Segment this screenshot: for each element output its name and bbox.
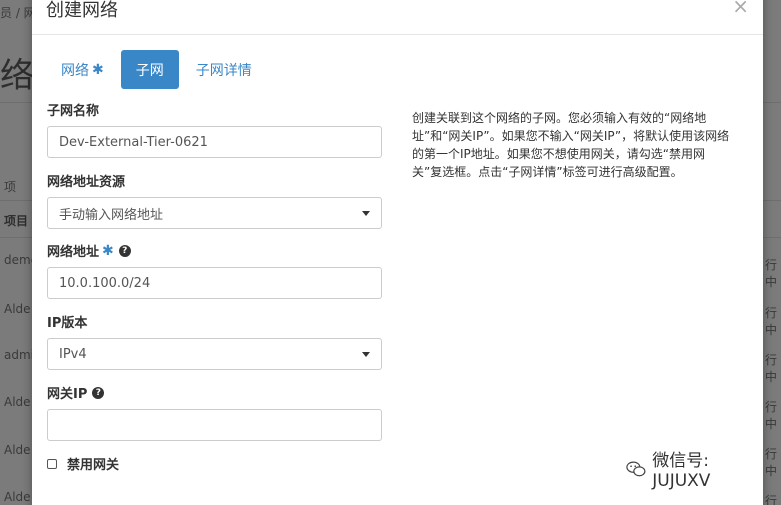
address-source-select[interactable]: 手动输入网络地址 (47, 197, 382, 229)
ip-version-value: IPv4 (59, 346, 87, 362)
caret-down-icon (362, 210, 370, 216)
network-address-label-row: 网络地址 ✱ ? (47, 241, 382, 260)
gateway-ip-label: 网关IP (47, 387, 88, 402)
tab-label: 子网 (135, 62, 164, 79)
gateway-ip-input[interactable] (47, 409, 382, 441)
background-status: 行中 (765, 258, 778, 289)
wechat-watermark: 微信号: JUJUXV (626, 446, 763, 491)
tab-network[interactable]: 网络 ✱ (46, 50, 119, 89)
background-status: 行中 (765, 447, 778, 478)
required-icon: ✱ (92, 61, 104, 78)
background-items-count: 项 (4, 180, 17, 194)
modal-title: 创建网络 (46, 0, 118, 21)
tab-label: 子网详情 (195, 62, 252, 79)
background-row: Alde (4, 302, 31, 316)
background-status: 行中 (765, 400, 778, 431)
background-status: 行中 (765, 494, 778, 505)
background-title: 络 (0, 56, 34, 96)
create-network-modal: 创建网络 × 网络 ✱ 子网 子网详情 子网名称 Dev-External-Ti… (32, 0, 763, 505)
subnet-name-group: 子网名称 Dev-External-Tier-0621 (47, 100, 382, 158)
address-source-value: 手动输入网络地址 (59, 207, 164, 223)
disable-gateway-checkbox[interactable] (47, 458, 57, 469)
modal-header: 创建网络 × (32, 0, 763, 35)
tab-subnet-details[interactable]: 子网详情 (181, 50, 267, 89)
ip-version-label: IP版本 (47, 316, 88, 331)
network-address-group: 网络地址 ✱ ? 10.0.100.0/24 (47, 241, 382, 299)
wechat-icon (626, 460, 646, 476)
tab-label: 网络 (61, 62, 89, 79)
gateway-ip-group: 网关IP ? (47, 383, 382, 441)
network-address-input[interactable]: 10.0.100.0/24 (47, 267, 382, 299)
subnet-name-label: 子网名称 (47, 104, 100, 119)
background-column-header: 项目 (4, 214, 29, 228)
background-breadcrumb: 员 / 网 (0, 6, 36, 20)
network-address-label: 网络地址 (47, 245, 100, 260)
background-row: admi (4, 348, 34, 362)
caret-down-icon (362, 351, 370, 357)
ip-version-group: IP版本 IPv4 (47, 312, 382, 370)
ip-version-select[interactable]: IPv4 (47, 338, 382, 370)
watermark-text: 微信号: JUJUXV (652, 451, 711, 491)
background-row: Alde (4, 395, 31, 409)
required-icon: ✱ (102, 242, 114, 259)
subnet-help-text: 创建关联到这个网络的子网。您必须输入有效的“网络地址”和“网关IP”。如果您不输… (412, 111, 730, 179)
subnet-name-input[interactable]: Dev-External-Tier-0621 (47, 126, 382, 158)
disable-gateway-row: 禁用网关 (47, 454, 119, 473)
help-icon[interactable]: ? (92, 386, 105, 399)
modal-tabs: 网络 ✱ 子网 子网详情 (46, 50, 269, 89)
help-icon[interactable]: ? (118, 244, 131, 257)
background-status: 行中 (765, 306, 778, 337)
background-row: Alde (4, 490, 31, 504)
background-status: 行中 (765, 353, 778, 384)
address-source-group: 网络地址资源 手动输入网络地址 (47, 171, 382, 229)
tab-subnet[interactable]: 子网 (120, 50, 179, 89)
gateway-ip-label-row: 网关IP ? (47, 383, 382, 402)
address-source-label: 网络地址资源 (47, 175, 126, 190)
disable-gateway-label: 禁用网关 (67, 458, 120, 473)
close-icon[interactable]: × (732, 0, 749, 18)
background-row: Alde (4, 443, 31, 457)
